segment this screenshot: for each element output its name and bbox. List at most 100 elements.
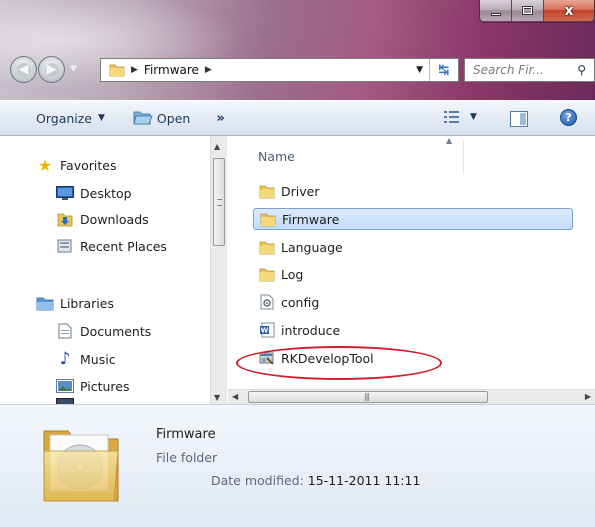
file-name: Firmware xyxy=(282,211,340,227)
open-button[interactable]: Open xyxy=(133,101,190,135)
date-modified-label: Date modified: xyxy=(211,473,304,488)
refresh-button[interactable]: ↹ xyxy=(429,59,458,81)
recent-places-icon xyxy=(56,238,74,254)
close-button[interactable]: x xyxy=(544,0,594,21)
back-button[interactable]: ◀ xyxy=(10,56,37,83)
file-row-language[interactable]: Language xyxy=(253,236,573,258)
maximize-button[interactable] xyxy=(512,0,544,21)
folder-icon xyxy=(259,241,275,255)
close-icon: x xyxy=(564,2,574,19)
breadcrumb-separator-icon[interactable]: ▶ xyxy=(131,65,138,75)
nav-favorites[interactable]: ★ Favorites xyxy=(36,154,117,176)
file-row-config[interactable]: config xyxy=(253,291,573,313)
details-name: Firmware xyxy=(156,427,216,442)
forward-button[interactable]: ▶ xyxy=(38,56,65,83)
nav-music-label: Music xyxy=(80,351,116,367)
nav-pictures-label: Pictures xyxy=(80,378,130,394)
scroll-up-icon[interactable]: ▲ xyxy=(214,142,220,151)
caption-buttons: x xyxy=(479,0,595,23)
file-row-firmware[interactable]: Firmware xyxy=(253,208,573,230)
preview-pane-icon[interactable] xyxy=(510,111,528,127)
file-row-rkdeveloptool[interactable]: RKDevelopTool xyxy=(253,347,573,369)
nav-recent-places[interactable]: Recent Places xyxy=(56,235,167,257)
address-dropdown-icon[interactable]: ▼ xyxy=(416,65,423,75)
downloads-folder-icon xyxy=(56,211,74,227)
sort-ascending-icon: ▲ xyxy=(446,136,453,145)
navigation-buttons: ◀ ▶ ▼ xyxy=(10,56,98,84)
grip-icon: ||| xyxy=(364,392,370,401)
details-view-icon xyxy=(444,111,459,123)
organize-button[interactable]: Organize ▼ xyxy=(36,101,105,135)
documents-icon xyxy=(56,323,74,339)
nav-desktop[interactable]: Desktop xyxy=(56,182,132,204)
nav-desktop-label: Desktop xyxy=(80,185,132,201)
recent-pages-dropdown[interactable]: ▼ xyxy=(70,64,77,74)
file-row-driver[interactable]: Driver xyxy=(253,180,573,202)
nav-documents[interactable]: Documents xyxy=(56,320,151,342)
folder-icon xyxy=(260,213,276,227)
file-list-horizontal-scrollbar[interactable]: ◀ ||| ▶ xyxy=(228,389,595,404)
file-list: Name ▲ Driver Firmware Language Log conf… xyxy=(228,136,595,394)
command-bar: Organize ▼ Open » ▼ ? xyxy=(0,100,595,136)
nav-music[interactable]: ♪ Music xyxy=(56,348,116,370)
libraries-icon xyxy=(36,295,54,311)
file-row-log[interactable]: Log xyxy=(253,263,573,285)
search-input[interactable]: Search Fir... ⚲ xyxy=(464,58,595,82)
folder-icon xyxy=(259,185,275,199)
column-divider[interactable] xyxy=(463,140,464,174)
nav-pictures[interactable]: Pictures xyxy=(56,375,130,397)
help-icon[interactable]: ? xyxy=(560,109,577,126)
chevron-down-icon: ▼ xyxy=(98,113,105,123)
settings-file-icon xyxy=(260,294,274,310)
videos-icon xyxy=(56,395,74,404)
column-header-name[interactable]: Name xyxy=(258,149,295,164)
pictures-icon xyxy=(56,378,74,394)
search-icon[interactable]: ⚲ xyxy=(577,63,586,77)
search-placeholder: Search Fir... xyxy=(473,63,544,77)
desktop-icon xyxy=(56,185,74,201)
nav-downloads-label: Downloads xyxy=(80,211,149,227)
file-name: RKDevelopTool xyxy=(281,350,374,366)
navigation-pane-scrollbar[interactable]: ▲ ▼ xyxy=(210,136,227,404)
file-name: introduce xyxy=(281,322,341,338)
chevron-down-icon: ▼ xyxy=(470,112,477,122)
star-icon: ★ xyxy=(37,155,53,175)
nav-libraries-label: Libraries xyxy=(60,295,114,311)
date-modified-value: 15-11-2011 11:11 xyxy=(307,473,421,488)
open-label: Open xyxy=(156,110,191,126)
file-name: Log xyxy=(281,266,304,282)
scroll-left-icon[interactable]: ◀ xyxy=(232,392,238,401)
file-name: Language xyxy=(281,239,343,255)
scroll-down-icon[interactable]: ▼ xyxy=(214,393,220,402)
file-name: Driver xyxy=(281,183,320,199)
folder-icon xyxy=(109,64,125,77)
forward-arrow-icon: ▶ xyxy=(44,62,59,77)
breadcrumb-separator-icon[interactable]: ▶ xyxy=(205,65,212,75)
nav-libraries[interactable]: Libraries xyxy=(36,292,114,314)
organize-label: Organize xyxy=(36,110,92,126)
scroll-right-icon[interactable]: ▶ xyxy=(585,392,591,401)
maximize-icon xyxy=(522,6,533,15)
file-row-introduce[interactable]: W introduce xyxy=(253,319,573,341)
window-frame: x ◀ ▶ ▼ ▶ Firmware ▶ ▼ ↹ Search Fir... ⚲ xyxy=(0,0,595,100)
folder-icon xyxy=(259,268,275,282)
nav-recent-places-label: Recent Places xyxy=(80,238,167,254)
grip-icon xyxy=(217,199,222,206)
details-date-modified: Date modified: 15-11-2011 11:11 xyxy=(211,473,420,488)
scrollbar-thumb[interactable] xyxy=(213,158,225,246)
nav-documents-label: Documents xyxy=(80,323,152,339)
navigation-pane: ★ Favorites Desktop Downloads Recent Pla… xyxy=(0,136,228,404)
minimize-button[interactable] xyxy=(480,0,512,21)
folder-with-disc-icon xyxy=(43,430,119,502)
file-name: config xyxy=(281,294,320,310)
details-pane: Firmware File folder Date modified: 15-1… xyxy=(0,404,595,527)
back-arrow-icon: ◀ xyxy=(16,62,31,77)
address-bar[interactable]: ▶ Firmware ▶ ▼ ↹ xyxy=(100,58,459,82)
change-view-button[interactable]: ▼ xyxy=(444,110,477,124)
more-commands-button[interactable]: » xyxy=(216,101,224,135)
breadcrumb-firmware[interactable]: Firmware xyxy=(144,63,199,77)
refresh-icon: ↹ xyxy=(438,62,450,78)
nav-downloads[interactable]: Downloads xyxy=(56,208,149,230)
open-folder-icon xyxy=(133,111,153,125)
application-icon xyxy=(259,352,274,365)
